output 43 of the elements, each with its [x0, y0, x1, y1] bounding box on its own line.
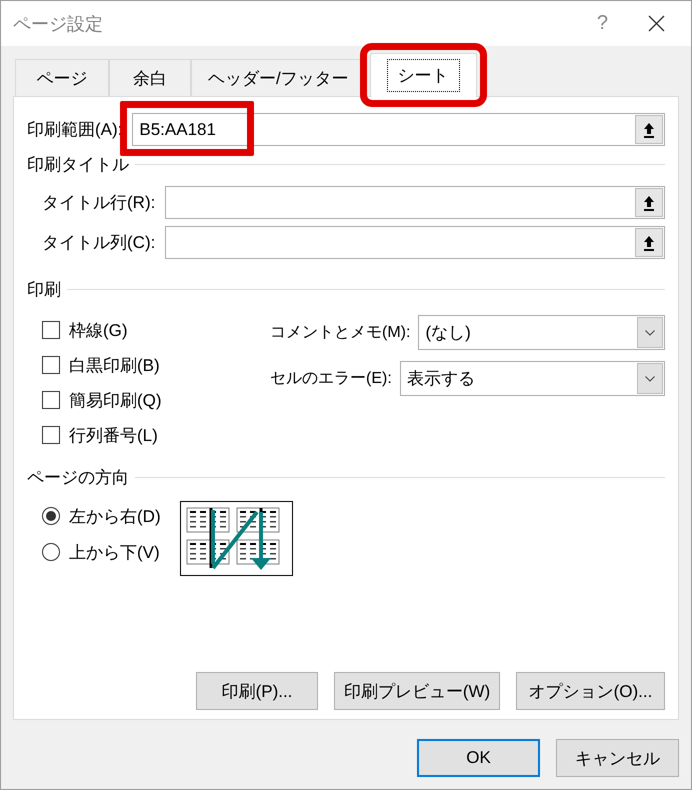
- chevron-down-icon: [645, 376, 655, 382]
- tab[interactable]: ページ: [15, 59, 109, 96]
- reference-field[interactable]: B5:AA181: [132, 113, 665, 146]
- checkbox[interactable]: [42, 321, 60, 339]
- action-button[interactable]: 印刷(P)...: [196, 672, 318, 710]
- tab[interactable]: 余白: [109, 59, 191, 96]
- close-icon[interactable]: [648, 15, 665, 32]
- reference-field[interactable]: [165, 226, 665, 259]
- option-label: 簡易印刷(Q): [69, 390, 162, 412]
- option-label: 枠線(G): [69, 320, 128, 342]
- field-label: コメントとメモ(M):: [270, 323, 410, 343]
- dropdown[interactable]: 表示する: [400, 361, 665, 396]
- collapse-dialog-button[interactable]: [635, 115, 663, 144]
- chevron-down-icon: [645, 330, 655, 336]
- section-heading: ページの方向: [27, 467, 129, 489]
- dialog-button[interactable]: キャンセル: [556, 739, 679, 777]
- collapse-dialog-icon: [643, 122, 655, 138]
- field-label: セルのエラー(E):: [270, 369, 392, 389]
- section-heading: 印刷: [27, 279, 61, 301]
- checkbox[interactable]: [42, 356, 60, 374]
- section-heading: 印刷タイトル: [27, 154, 129, 176]
- option-label: 行列番号(L): [69, 424, 158, 446]
- radio-button[interactable]: [42, 507, 60, 525]
- collapse-dialog-button[interactable]: [635, 228, 663, 257]
- field-label: タイトル行(R):: [42, 192, 156, 214]
- option-label: 白黒印刷(B): [69, 354, 160, 376]
- action-button[interactable]: オプション(O)...: [516, 672, 665, 710]
- checkbox[interactable]: [42, 426, 60, 444]
- action-button[interactable]: 印刷プレビュー(W): [334, 672, 500, 710]
- radio-button[interactable]: [42, 543, 60, 561]
- checkbox[interactable]: [42, 391, 60, 409]
- dropdown[interactable]: (なし): [418, 315, 665, 350]
- window-title: ページ設定: [13, 12, 104, 36]
- collapse-dialog-icon: [643, 234, 655, 250]
- option-label: 上から下(V): [69, 542, 160, 564]
- collapse-dialog-icon: [643, 194, 655, 210]
- dialog-button[interactable]: OK: [417, 739, 540, 777]
- reference-field[interactable]: [165, 186, 665, 219]
- field-label: 印刷範囲(A):: [27, 119, 122, 141]
- help-button[interactable]: ?: [596, 12, 608, 35]
- option-label: 左から右(D): [69, 506, 161, 528]
- collapse-dialog-button[interactable]: [635, 188, 663, 217]
- field-label: タイトル列(C):: [42, 232, 156, 254]
